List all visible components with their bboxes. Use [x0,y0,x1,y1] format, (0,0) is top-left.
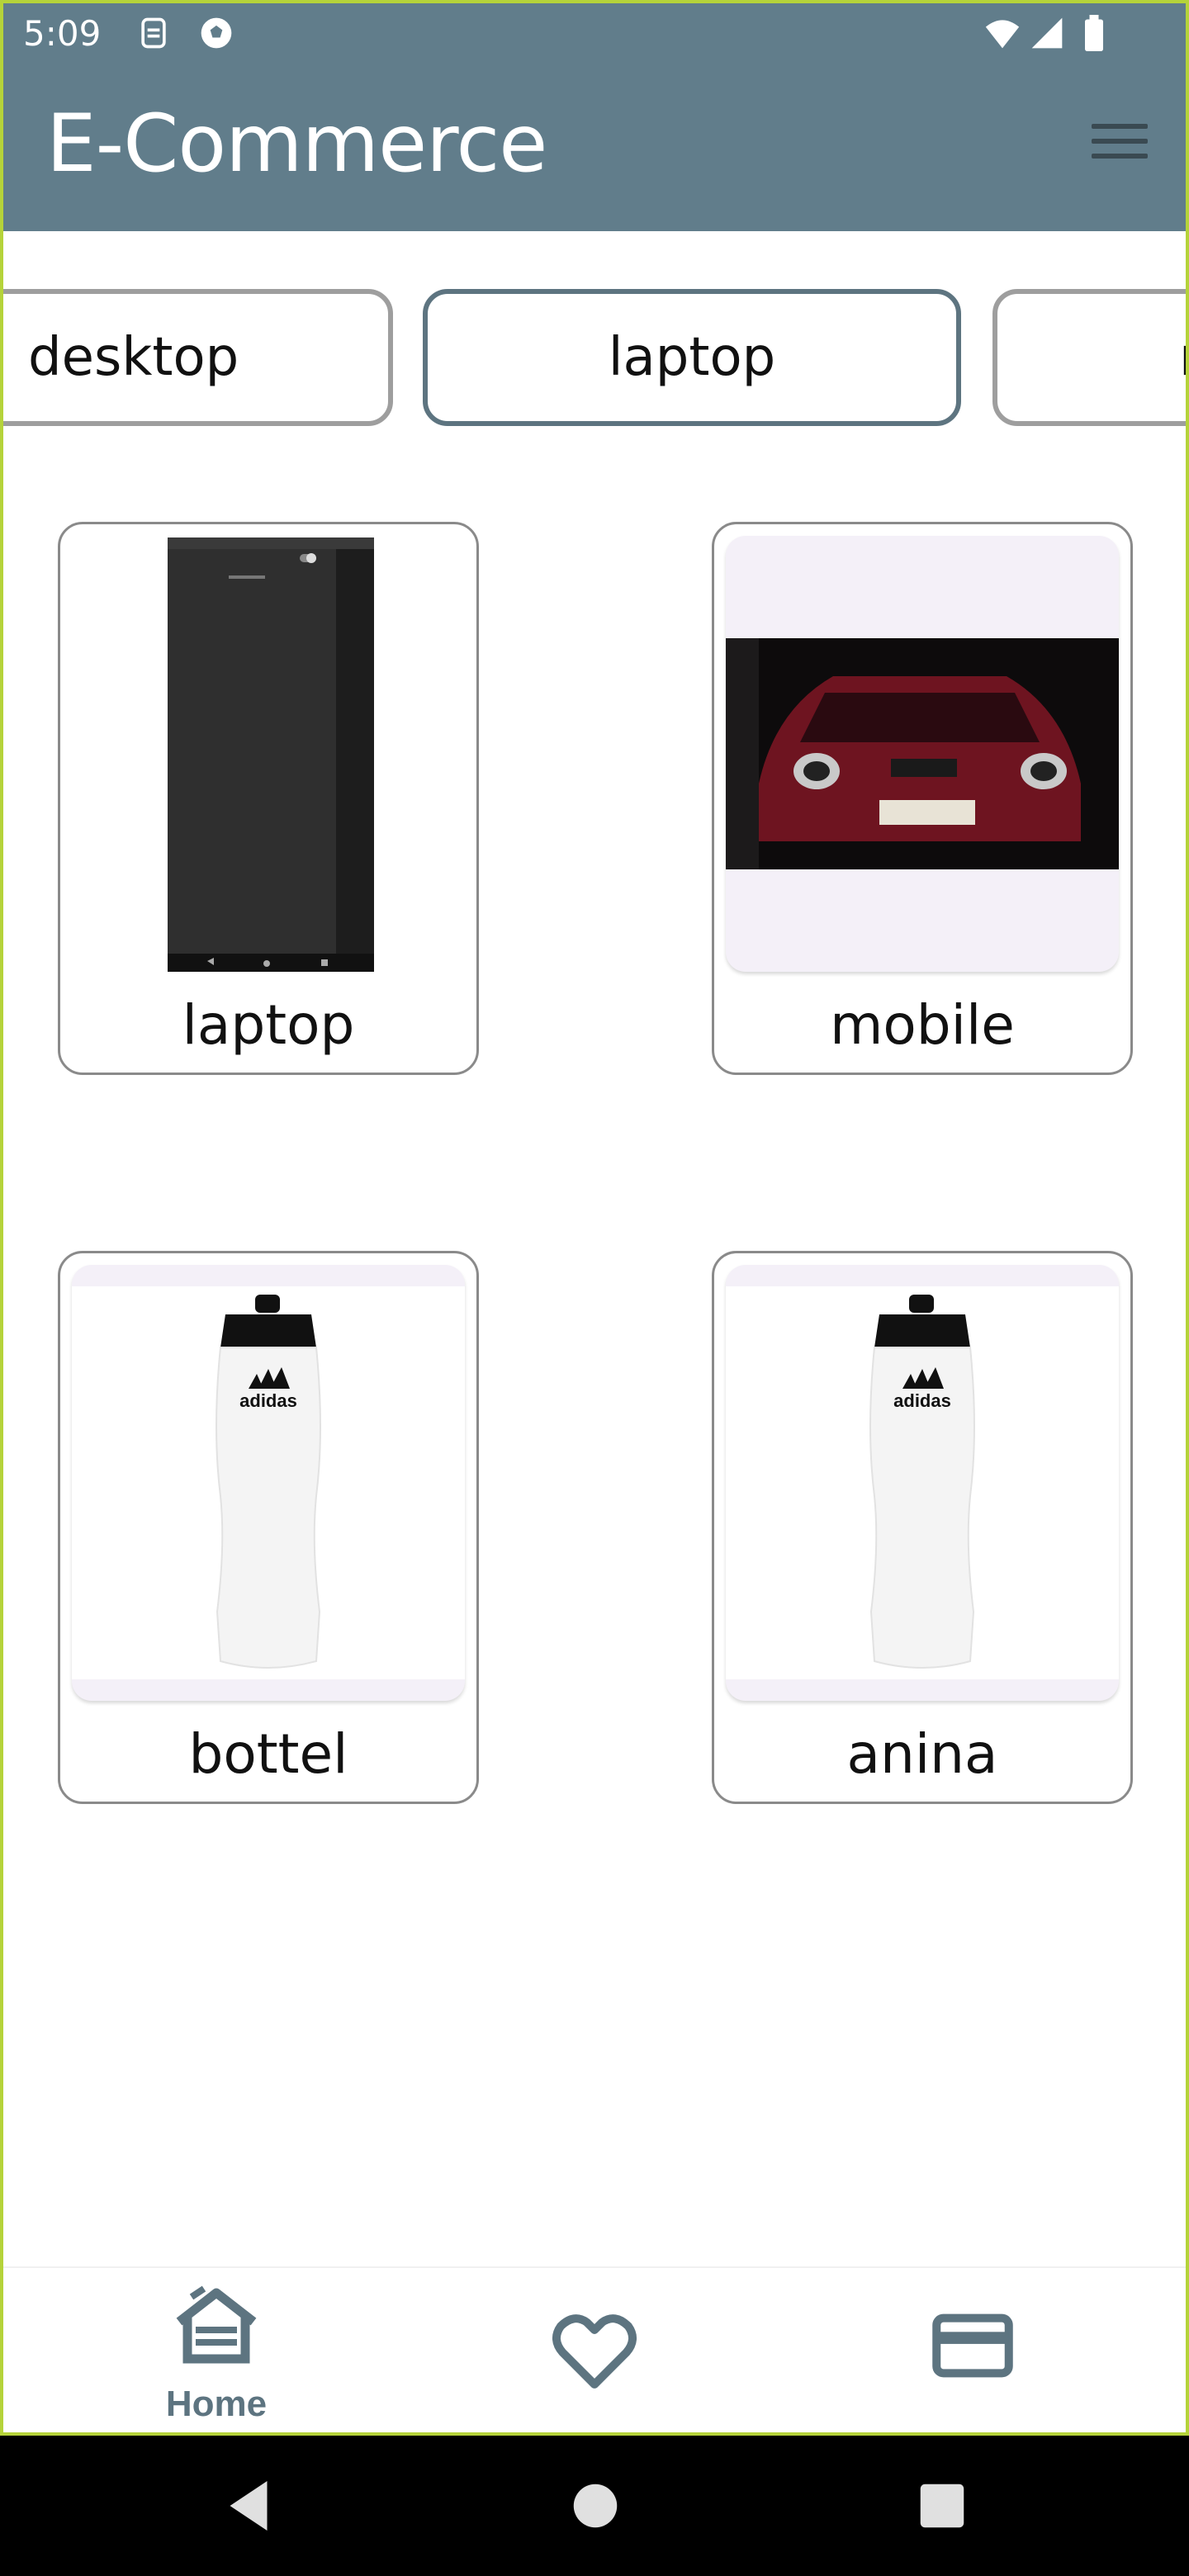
product-name: mobile [830,993,1015,1057]
nav-home-label: Home [165,2384,268,2424]
chip-label: desktop [28,327,239,388]
product-card[interactable]: mobile [712,522,1133,1075]
svg-text:adidas: adidas [893,1390,951,1411]
chip-laptop[interactable]: laptop [423,289,961,426]
product-name: anina [846,1722,998,1786]
product-name: laptop [182,993,355,1057]
wifi-icon [985,20,1020,49]
nav-favorites[interactable] [471,2268,718,2437]
home-circle-icon[interactable] [558,2469,632,2543]
signal-icon [1031,17,1063,49]
card-icon [932,2313,1013,2378]
product-name: bottel [188,1722,348,1786]
status-bar: 5:09 [0,0,1189,69]
app-bar: 5:09 E-Commerce [0,0,1189,231]
soccer-ball-icon [201,17,232,49]
product-card[interactable]: laptop [58,522,479,1075]
bottom-navigation: Home [0,2266,1189,2437]
chip-partial[interactable]: m [992,289,1189,426]
sim-icon [141,17,166,49]
nav-home[interactable]: Home [92,2268,340,2437]
battery-icon [1085,15,1103,51]
heart-icon [552,2314,637,2389]
category-chips[interactable]: desktop laptop m [0,289,1189,438]
product-image-mobile [726,536,1119,972]
chip-label: laptop [608,327,776,388]
product-image-anina: adidas [726,1265,1119,1701]
product-card[interactable]: adidas bottel [58,1251,479,1804]
svg-text:adidas: adidas [239,1390,297,1411]
chip-desktop[interactable]: desktop [0,289,393,426]
product-image-laptop [72,536,465,972]
recents-icon[interactable] [905,2469,979,2543]
product-card[interactable]: adidas anina [712,1251,1133,1804]
system-navigation-bar [0,2436,1189,2576]
app-title: E-Commerce [46,97,547,190]
back-icon[interactable] [211,2469,286,2543]
hamburger-menu-icon[interactable] [1092,124,1148,170]
home-icon [176,2285,257,2364]
chip-label: m [1179,327,1189,388]
status-time: 5:09 [23,13,102,54]
product-image-bottel: adidas [72,1265,465,1701]
nav-cards[interactable] [849,2268,1097,2437]
